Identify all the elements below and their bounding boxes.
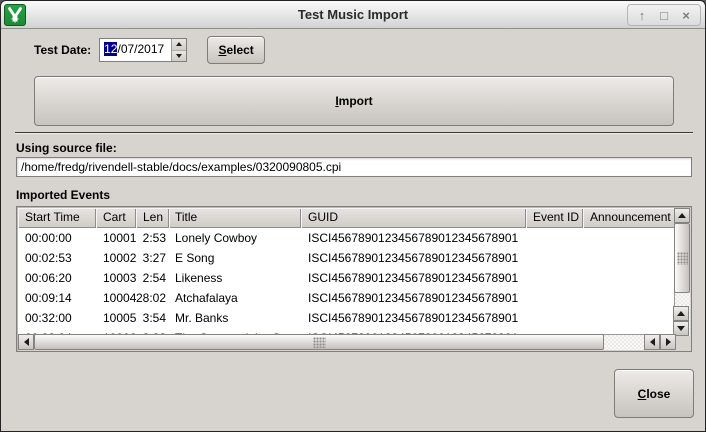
table-row[interactable]: 00:09:14 10004 28:02 Atchafalaya ISCI456… (18, 288, 676, 308)
vertical-scroll-button-group (674, 306, 689, 336)
test-date-selected-segment: 12 (104, 42, 117, 56)
select-label-rest: elect (226, 43, 253, 57)
arrow-up-icon (678, 213, 686, 218)
cell-cart: 10001 (96, 228, 136, 248)
cell-event-id (526, 268, 583, 288)
select-date-button[interactable]: Select (207, 36, 265, 64)
maximize-window-button[interactable]: □ (654, 5, 674, 25)
cell-guid: ISCI4567890123456789012345678901 (301, 308, 526, 328)
section-divider (15, 132, 693, 134)
column-header-start-time[interactable]: Start Time (18, 208, 96, 228)
table-row[interactable]: 00:00:00 10001 2:53 Lonely Cowboy ISCI45… (18, 228, 676, 248)
scroll-up-button-bottom[interactable] (673, 306, 689, 321)
titlebar: Test Music Import ↑ □ × (1, 1, 705, 29)
column-header-guid[interactable]: GUID (301, 208, 526, 228)
import-button[interactable]: Import (34, 76, 674, 126)
cell-start-time: 00:32:00 (18, 308, 96, 328)
arrow-left-icon (24, 338, 29, 346)
cell-cart: 10003 (96, 268, 136, 288)
cell-cart: 10004 (96, 288, 136, 308)
cell-announcement (583, 228, 676, 248)
scroll-track[interactable] (604, 335, 644, 350)
cell-start-time: 00:02:53 (18, 248, 96, 268)
import-label-rest: mport (339, 94, 373, 108)
scroll-right-button[interactable] (660, 334, 676, 350)
horizontal-scrollbar-thumb[interactable] (34, 334, 604, 350)
spin-down-button[interactable] (172, 50, 186, 62)
test-date-value[interactable]: 12/07/2017 (100, 39, 171, 61)
cell-guid: ISCI4567890123456789012345678901 (301, 288, 526, 308)
cell-announcement (583, 308, 676, 328)
test-date-rest-segment: /07/2017 (117, 42, 164, 56)
test-date-spin-buttons (171, 39, 186, 61)
arrow-right-icon (666, 338, 671, 346)
table-row[interactable]: 00:02:53 10002 3:27 E Song ISCI456789012… (18, 248, 676, 268)
arrow-left-icon (650, 338, 655, 346)
close-window-button[interactable]: × (676, 5, 696, 25)
imported-events-table: Start Time Cart Len Title GUID Event ID … (16, 206, 692, 352)
cell-event-id (526, 288, 583, 308)
table-row[interactable]: 00:06:20 10003 2:54 Likeness ISCI4567890… (18, 268, 676, 288)
cell-len: 3:27 (136, 248, 169, 268)
test-music-import-window: Test Music Import ↑ □ × Test Date: 12/07… (0, 0, 706, 432)
cell-announcement (583, 288, 676, 308)
test-date-spinbox[interactable]: 12/07/2017 (99, 38, 187, 62)
cell-title: Mr. Banks (169, 308, 301, 328)
test-date-row: Test Date: 12/07/2017 Select (34, 35, 265, 65)
cell-guid: ISCI4567890123456789012345678901 (301, 248, 526, 268)
source-file-label: Using source file: (16, 141, 117, 155)
cell-len: 3:54 (136, 308, 169, 328)
cell-title: E Song (169, 248, 301, 268)
cell-announcement (583, 268, 676, 288)
window-controls: ↑ □ × (627, 4, 701, 26)
cell-cart: 10002 (96, 248, 136, 268)
cell-len: 2:54 (136, 268, 169, 288)
table-body: 00:00:00 10001 2:53 Lonely Cowboy ISCI45… (18, 228, 676, 336)
arrow-down-icon (677, 326, 685, 331)
arrow-up-icon (176, 42, 182, 46)
thumb-grip-icon (313, 337, 326, 348)
table-header: Start Time Cart Len Title GUID Event ID … (18, 208, 676, 228)
close-label-rest: lose (646, 387, 670, 401)
column-header-cart[interactable]: Cart (96, 208, 136, 228)
imported-events-label: Imported Events (16, 188, 110, 202)
cell-title: Atchafalaya (169, 288, 301, 308)
cell-start-time: 00:00:00 (18, 228, 96, 248)
cell-announcement (583, 248, 676, 268)
arrow-up-icon (677, 311, 685, 316)
spin-up-button[interactable] (172, 39, 186, 50)
close-button[interactable]: Close (614, 369, 694, 418)
column-header-len[interactable]: Len (136, 208, 169, 228)
scroll-up-button[interactable] (674, 208, 690, 223)
rivendell-logo-icon (4, 4, 26, 26)
source-file-field[interactable] (16, 157, 692, 177)
table-row[interactable]: 00:32:00 10005 3:54 Mr. Banks ISCI456789… (18, 308, 676, 328)
arrow-down-icon (176, 54, 182, 58)
vertical-scrollbar-thumb[interactable] (674, 223, 690, 293)
cell-event-id (526, 228, 583, 248)
cell-event-id (526, 248, 583, 268)
scroll-left-button[interactable] (18, 334, 34, 350)
column-header-title[interactable]: Title (169, 208, 301, 228)
window-title: Test Music Import (1, 7, 705, 22)
cell-title: Lonely Cowboy (169, 228, 301, 248)
column-header-announcement[interactable]: Announcement (583, 208, 676, 228)
cell-title: Likeness (169, 268, 301, 288)
column-header-event-id[interactable]: Event ID (526, 208, 583, 228)
cell-len: 28:02 (136, 288, 169, 308)
scroll-left-button-right[interactable] (644, 334, 660, 350)
cell-start-time: 00:09:14 (18, 288, 96, 308)
test-date-label: Test Date: (34, 43, 91, 57)
cell-start-time: 00:06:20 (18, 268, 96, 288)
shade-window-button[interactable]: ↑ (632, 5, 652, 25)
horizontal-scrollbar[interactable] (18, 334, 676, 350)
cell-guid: ISCI4567890123456789012345678901 (301, 268, 526, 288)
cell-cart: 10005 (96, 308, 136, 328)
thumb-grip-icon (677, 252, 688, 265)
cell-guid: ISCI4567890123456789012345678901 (301, 228, 526, 248)
cell-event-id (526, 308, 583, 328)
cell-len: 2:53 (136, 228, 169, 248)
vertical-scrollbar[interactable] (674, 208, 690, 336)
